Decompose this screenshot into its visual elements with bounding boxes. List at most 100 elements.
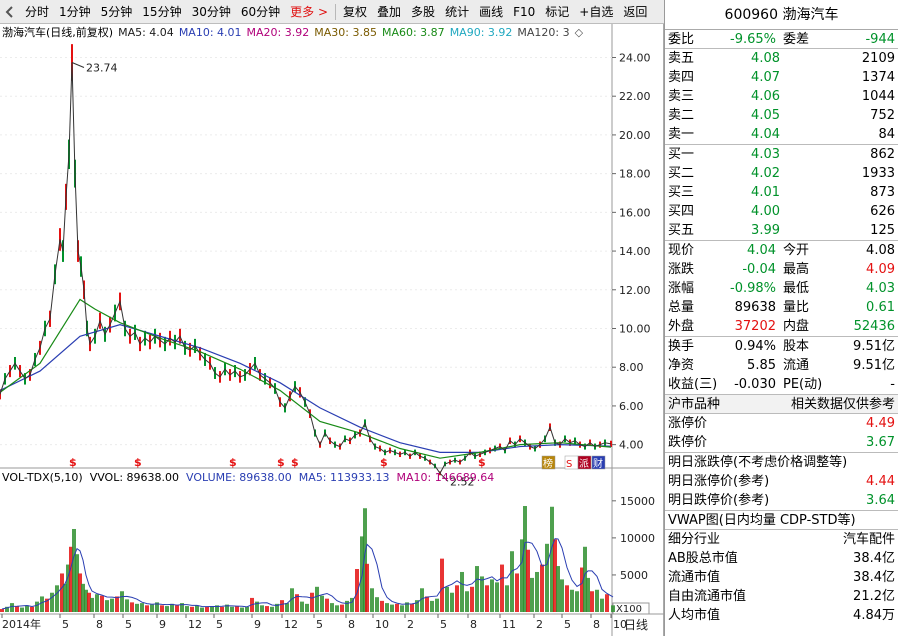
volume-bar bbox=[556, 566, 560, 612]
volume-bar bbox=[145, 605, 149, 612]
event-marker: $ bbox=[380, 456, 388, 469]
tab-60min[interactable]: 60分钟 bbox=[236, 0, 285, 24]
order-ratio-row: 委比 -9.65% 委差 -944 bbox=[665, 30, 898, 49]
buy-level-row[interactable]: 买二 4.02 1933 bbox=[665, 164, 898, 183]
tab-15min[interactable]: 15分钟 bbox=[137, 0, 186, 24]
draw-button[interactable]: 画线 bbox=[474, 0, 508, 24]
tab-1min[interactable]: 1分钟 bbox=[54, 0, 96, 24]
volume-bar bbox=[90, 597, 94, 612]
cap-label: 人均市值 bbox=[668, 608, 721, 623]
volume-bar bbox=[570, 589, 574, 612]
multi-stock-button[interactable]: 多股 bbox=[406, 0, 440, 24]
legend-ma30: MA30: 3.85 bbox=[314, 26, 377, 39]
legend-settings-icon[interactable]: ◇ bbox=[575, 25, 583, 41]
cap-row: AB股总市值 38.4亿 bbox=[665, 549, 898, 568]
volume-bar bbox=[365, 563, 369, 612]
buy-level-volume: 1933 bbox=[861, 166, 895, 181]
volume-bar bbox=[325, 598, 329, 612]
price-stat-row: 总量 89638 量比 0.61 bbox=[665, 298, 898, 317]
industry-value[interactable]: 汽车配件 bbox=[843, 530, 895, 549]
f10-button[interactable]: F10 bbox=[508, 0, 540, 24]
cap-value: 21.2亿 bbox=[853, 589, 895, 604]
overlay-button[interactable]: 叠加 bbox=[372, 0, 406, 24]
volume-bar bbox=[560, 579, 564, 612]
mark-button[interactable]: 标记 bbox=[540, 0, 574, 24]
date-tick-label: 5 bbox=[564, 618, 571, 631]
industry-row: 细分行业 汽车配件 bbox=[665, 530, 898, 549]
volume-bar bbox=[605, 594, 609, 612]
sell-level-row[interactable]: 卖四 4.07 1374 bbox=[665, 68, 898, 87]
volume-bar bbox=[315, 586, 319, 612]
legend-ma90: MA90: 3.92 bbox=[449, 26, 513, 39]
wei-label: 委比 bbox=[668, 32, 695, 47]
volume-bar bbox=[505, 585, 509, 612]
stat-value: 37202 bbox=[734, 319, 776, 334]
volume-bar bbox=[150, 604, 154, 612]
stat-value: -0.04 bbox=[742, 262, 776, 277]
legend-ma10: MA10: 4.01 bbox=[178, 26, 242, 39]
date-tick-label: 8 bbox=[348, 618, 355, 631]
stat-value: 0.94% bbox=[734, 339, 776, 354]
next-day-title[interactable]: 明日涨跌停(不考虑价格调整等) bbox=[665, 453, 898, 472]
buy-level-row[interactable]: 买三 4.01 873 bbox=[665, 183, 898, 202]
tab-intraday[interactable]: 分时 bbox=[20, 0, 54, 24]
next-limit-row: 明日涨停价(参考) 4.44 bbox=[665, 472, 898, 491]
sell-level-row[interactable]: 卖一 4.04 84 bbox=[665, 125, 898, 144]
sell-level-row[interactable]: 卖二 4.05 752 bbox=[665, 106, 898, 125]
buy-level-row[interactable]: 买一 4.03 862 bbox=[665, 145, 898, 164]
sell-level-label: 卖四 bbox=[668, 70, 695, 85]
kline-chart[interactable]: 24.00 22.00 20.00 18.00 16.00 14.00 12.00 10.00… bbox=[0, 24, 664, 636]
stat-label: 涨跌 bbox=[668, 262, 695, 277]
sell-level-label: 卖三 bbox=[668, 89, 695, 104]
volume-bar bbox=[205, 606, 209, 612]
cap-value: 38.4亿 bbox=[853, 551, 895, 566]
next-limit-label: 明日跌停价(参考) bbox=[668, 493, 770, 508]
adjust-button[interactable]: 复权 bbox=[338, 0, 372, 24]
industry-label: 细分行业 bbox=[668, 532, 721, 547]
volume-unit-label: X100 bbox=[616, 604, 642, 615]
stat-value: -0.030 bbox=[734, 377, 776, 392]
volume-bar bbox=[450, 592, 454, 612]
tab-30min[interactable]: 30分钟 bbox=[187, 0, 236, 24]
sell-level-label: 卖一 bbox=[668, 127, 695, 142]
volume-bar bbox=[380, 600, 384, 612]
vol-indicator-name[interactable]: VOL-TDX(5,10) bbox=[2, 470, 83, 486]
add-watchlist-button[interactable]: +自选 bbox=[574, 0, 618, 24]
limit-value: 3.67 bbox=[866, 435, 895, 450]
max-pointer bbox=[71, 62, 85, 68]
volume-bar bbox=[15, 606, 19, 612]
return-button[interactable]: 返回 bbox=[618, 0, 652, 24]
volume-bar bbox=[0, 609, 4, 612]
stat-value: 5.85 bbox=[747, 358, 776, 373]
next-day-title-text: 明日涨跌停(不考虑价格调整等) bbox=[668, 455, 848, 470]
tab-5min[interactable]: 5分钟 bbox=[96, 0, 138, 24]
sell-level-price: 4.05 bbox=[751, 108, 780, 123]
volume-bar bbox=[490, 579, 494, 612]
volume-bar bbox=[25, 605, 29, 612]
sell-level-volume: 1044 bbox=[861, 89, 895, 104]
stat-value: 52436 bbox=[853, 319, 895, 334]
more-periods-button[interactable]: 更多 > bbox=[285, 0, 333, 24]
next-day-limits: 明日涨停价(参考) 4.44 明日跌停价(参考) 3.64 bbox=[665, 472, 898, 511]
kline-svg[interactable]: 24.0022.0020.0018.0016.0014.0012.0010.00… bbox=[0, 24, 664, 636]
volume-bar bbox=[425, 596, 429, 612]
sell-level-volume: 1374 bbox=[861, 70, 895, 85]
volume-tick-label: 5000 bbox=[620, 569, 648, 582]
volume-bar bbox=[475, 566, 479, 612]
back-arrow-icon[interactable] bbox=[0, 0, 20, 24]
buy-level-row[interactable]: 买四 4.00 626 bbox=[665, 202, 898, 221]
sell-level-volume: 84 bbox=[878, 127, 895, 142]
vwap-row[interactable]: VWAP图(日内均量 CDP-STD等) bbox=[665, 511, 898, 530]
volume-bar bbox=[510, 551, 514, 612]
sell-level-row[interactable]: 卖五 4.08 2109 bbox=[665, 49, 898, 68]
sell-level-row[interactable]: 卖三 4.06 1044 bbox=[665, 87, 898, 106]
buy-level-row[interactable]: 买五 3.99 125 bbox=[665, 221, 898, 240]
volume-bar bbox=[320, 595, 324, 612]
buy-level-label: 买一 bbox=[668, 147, 695, 162]
date-tick-label: 12 bbox=[284, 618, 298, 631]
date-tick-label: 8 bbox=[593, 618, 600, 631]
buy-level-volume: 626 bbox=[870, 204, 895, 219]
stats-button[interactable]: 统计 bbox=[440, 0, 474, 24]
volume-bar bbox=[385, 603, 389, 612]
date-tick-label: 2 bbox=[536, 618, 543, 631]
